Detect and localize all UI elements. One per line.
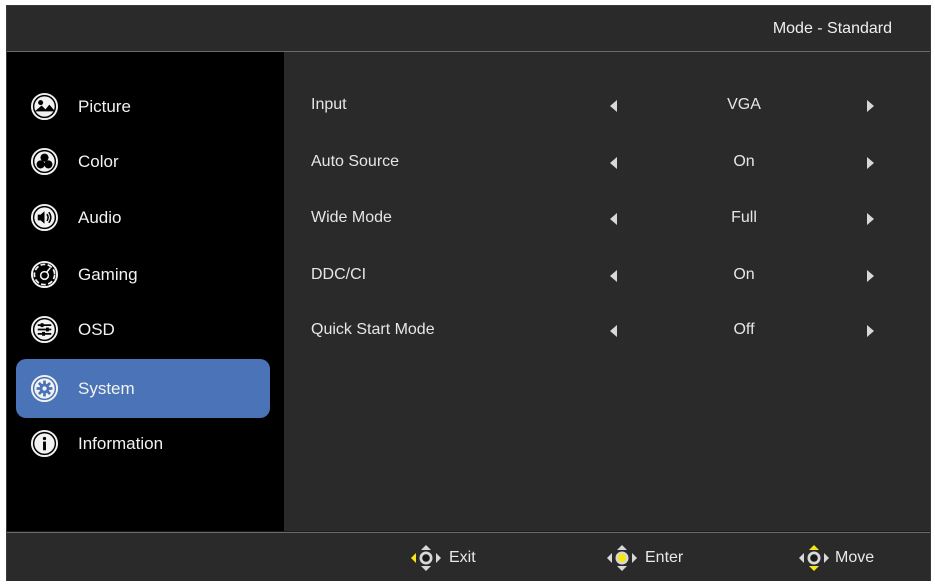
sidebar-item-color[interactable]: Color: [16, 134, 270, 190]
sidebar-item-label: Color: [78, 152, 119, 171]
arrow-left-icon[interactable]: [610, 270, 617, 282]
setting-label: DDC/CI: [311, 266, 367, 283]
gaming-icon: [30, 260, 59, 289]
setting-value: VGA: [727, 96, 761, 113]
osd-icon: [30, 315, 59, 344]
arrow-right-icon[interactable]: [867, 270, 874, 282]
setting-row-auto-source[interactable]: Auto Source On: [284, 149, 930, 179]
sidebar-item-system[interactable]: System: [16, 359, 270, 418]
setting-label: Quick Start Mode: [311, 321, 435, 338]
arrow-left-icon[interactable]: [610, 213, 617, 225]
setting-label: Wide Mode: [311, 209, 392, 226]
sidebar-item-picture[interactable]: Picture: [16, 79, 270, 135]
joystick-left-icon: [411, 545, 441, 571]
monitor-osd-window: Mode - Standard Picture Color Audio Gami…: [6, 5, 931, 581]
sidebar-item-label: Gaming: [78, 265, 138, 284]
arrow-left-icon[interactable]: [610, 100, 617, 112]
osd-sidebar: Picture Color Audio Gaming OSD System In…: [7, 52, 284, 531]
sidebar-item-label: Audio: [78, 208, 122, 227]
osd-footer: Exit Enter Move: [7, 532, 930, 581]
joystick-center-icon: [607, 545, 637, 571]
arrow-right-icon[interactable]: [867, 100, 874, 112]
setting-row-ddc-ci[interactable]: DDC/CI On: [284, 262, 930, 292]
audio-icon: [30, 203, 59, 232]
setting-value: Off: [733, 321, 755, 338]
sidebar-item-label: Information: [78, 434, 164, 453]
osd-header: Mode - Standard: [7, 6, 930, 52]
hint-label: Move: [835, 549, 875, 566]
arrow-right-icon[interactable]: [867, 325, 874, 337]
sidebar-item-osd[interactable]: OSD: [16, 302, 270, 358]
hint-label: Exit: [449, 549, 476, 566]
sidebar-item-label: OSD: [78, 320, 115, 339]
setting-row-wide-mode[interactable]: Wide Mode Full: [284, 205, 930, 235]
sidebar-item-label: Picture: [78, 97, 131, 116]
setting-value: On: [733, 153, 755, 170]
joystick-updown-icon: [799, 545, 829, 571]
mode-label: Mode - Standard: [772, 20, 892, 37]
color-icon: [30, 147, 59, 176]
sidebar-item-gaming[interactable]: Gaming: [16, 247, 270, 303]
arrow-left-icon[interactable]: [610, 157, 617, 169]
setting-label: Input: [311, 96, 347, 113]
information-icon: [30, 429, 59, 458]
picture-icon: [30, 92, 59, 121]
setting-row-quick-start-mode[interactable]: Quick Start Mode Off: [284, 317, 930, 347]
setting-label: Auto Source: [311, 153, 400, 170]
settings-panel: Input VGA Auto Source On Wide Mode Full …: [284, 52, 930, 531]
setting-value: On: [733, 266, 755, 283]
system-gear-icon: [30, 374, 59, 403]
arrow-right-icon[interactable]: [867, 157, 874, 169]
arrow-right-icon[interactable]: [867, 213, 874, 225]
arrow-left-icon[interactable]: [610, 325, 617, 337]
sidebar-item-information[interactable]: Information: [16, 416, 270, 472]
setting-value: Full: [731, 209, 757, 226]
setting-row-input[interactable]: Input VGA: [284, 92, 930, 122]
hint-label: Enter: [645, 549, 684, 566]
sidebar-item-audio[interactable]: Audio: [16, 190, 270, 246]
sidebar-item-label: System: [78, 379, 135, 398]
